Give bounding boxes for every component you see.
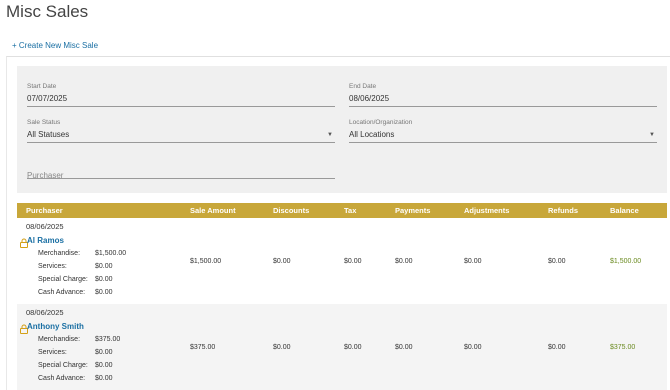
payments-cell: $0.00 [395, 344, 413, 351]
col-sale-amount[interactable]: Sale Amount [190, 206, 236, 215]
services-label: Services: [38, 263, 67, 270]
sale-status-label: Sale Status [27, 119, 61, 126]
start-date-value[interactable]: 07/07/2025 [27, 94, 335, 103]
merchandise-value: $1,500.00 [95, 250, 127, 257]
adjustments-cell: $0.00 [464, 258, 482, 265]
start-date-field[interactable]: Start Date 07/07/2025 [27, 83, 335, 107]
discounts-cell: $0.00 [273, 344, 291, 351]
refunds-cell: $0.00 [548, 258, 566, 265]
purchaser-link[interactable]: Anthony Smith [27, 322, 84, 331]
sales-table: Purchaser Sale Amount Discounts Tax Paym… [17, 203, 667, 390]
cash-advance-value: $0.00 [95, 375, 113, 382]
merchandise-label: Merchandise: [38, 336, 81, 343]
purchaser-link[interactable]: Al Ramos [27, 236, 64, 245]
adjustments-cell: $0.00 [464, 344, 482, 351]
cash-advance-label: Cash Advance: [38, 375, 86, 382]
merchandise-label: Merchandise: [38, 250, 81, 257]
location-value[interactable]: All Locations [349, 130, 657, 139]
caret-down-icon[interactable]: ▼ [327, 132, 333, 138]
caret-down-icon[interactable]: ▼ [649, 132, 655, 138]
tax-cell: $0.00 [344, 344, 362, 351]
page-title: Misc Sales [6, 2, 89, 21]
cash-advance-value: $0.00 [95, 289, 113, 296]
col-refunds[interactable]: Refunds [548, 206, 578, 215]
col-discounts[interactable]: Discounts [273, 206, 309, 215]
start-date-label: Start Date [27, 83, 57, 90]
col-payments[interactable]: Payments [395, 206, 430, 215]
sale-date: 08/06/2025 [26, 222, 64, 231]
tax-cell: $0.00 [344, 258, 362, 265]
location-select[interactable]: Location/Organization All Locations ▼ [349, 119, 657, 143]
purchaser-input[interactable]: Purchaser [27, 165, 335, 183]
col-tax[interactable]: Tax [344, 206, 356, 215]
special-charge-value: $0.00 [95, 362, 113, 369]
balance-cell: $1,500.00 [610, 258, 642, 265]
table-header: Purchaser Sale Amount Discounts Tax Paym… [17, 203, 667, 218]
end-date-field[interactable]: End Date 08/06/2025 [349, 83, 657, 107]
sale-amount-cell: $1,500.00 [190, 258, 222, 265]
services-value: $0.00 [95, 349, 113, 356]
sale-status-value[interactable]: All Statuses [27, 130, 335, 139]
discounts-cell: $0.00 [273, 258, 291, 265]
table-row: 08/06/2025 Anthony Smith Merchandise: $3… [17, 304, 667, 390]
sale-date: 08/06/2025 [26, 308, 64, 317]
services-value: $0.00 [95, 263, 113, 270]
sale-status-select[interactable]: Sale Status All Statuses ▼ [27, 119, 335, 143]
merchandise-value: $375.00 [95, 336, 121, 343]
refunds-cell: $0.00 [548, 344, 566, 351]
sale-amount-cell: $375.00 [190, 344, 216, 351]
cash-advance-label: Cash Advance: [38, 289, 86, 296]
end-date-label: End Date [349, 83, 377, 90]
end-date-value[interactable]: 08/06/2025 [349, 94, 657, 103]
filter-panel: Start Date 07/07/2025 End Date 08/06/202… [17, 66, 667, 193]
col-adjustments[interactable]: Adjustments [464, 206, 509, 215]
special-charge-label: Special Charge: [38, 362, 88, 369]
location-label: Location/Organization [349, 119, 413, 126]
special-charge-label: Special Charge: [38, 276, 88, 283]
table-row: 08/06/2025 Al Ramos Merchandise: $1,500.… [17, 218, 667, 304]
create-new-misc-sale-link[interactable]: + Create New Misc Sale [12, 41, 98, 50]
balance-cell: $375.00 [610, 344, 636, 351]
special-charge-value: $0.00 [95, 276, 113, 283]
services-label: Services: [38, 349, 67, 356]
payments-cell: $0.00 [395, 258, 413, 265]
col-balance[interactable]: Balance [610, 206, 639, 215]
col-purchaser[interactable]: Purchaser [26, 206, 63, 215]
